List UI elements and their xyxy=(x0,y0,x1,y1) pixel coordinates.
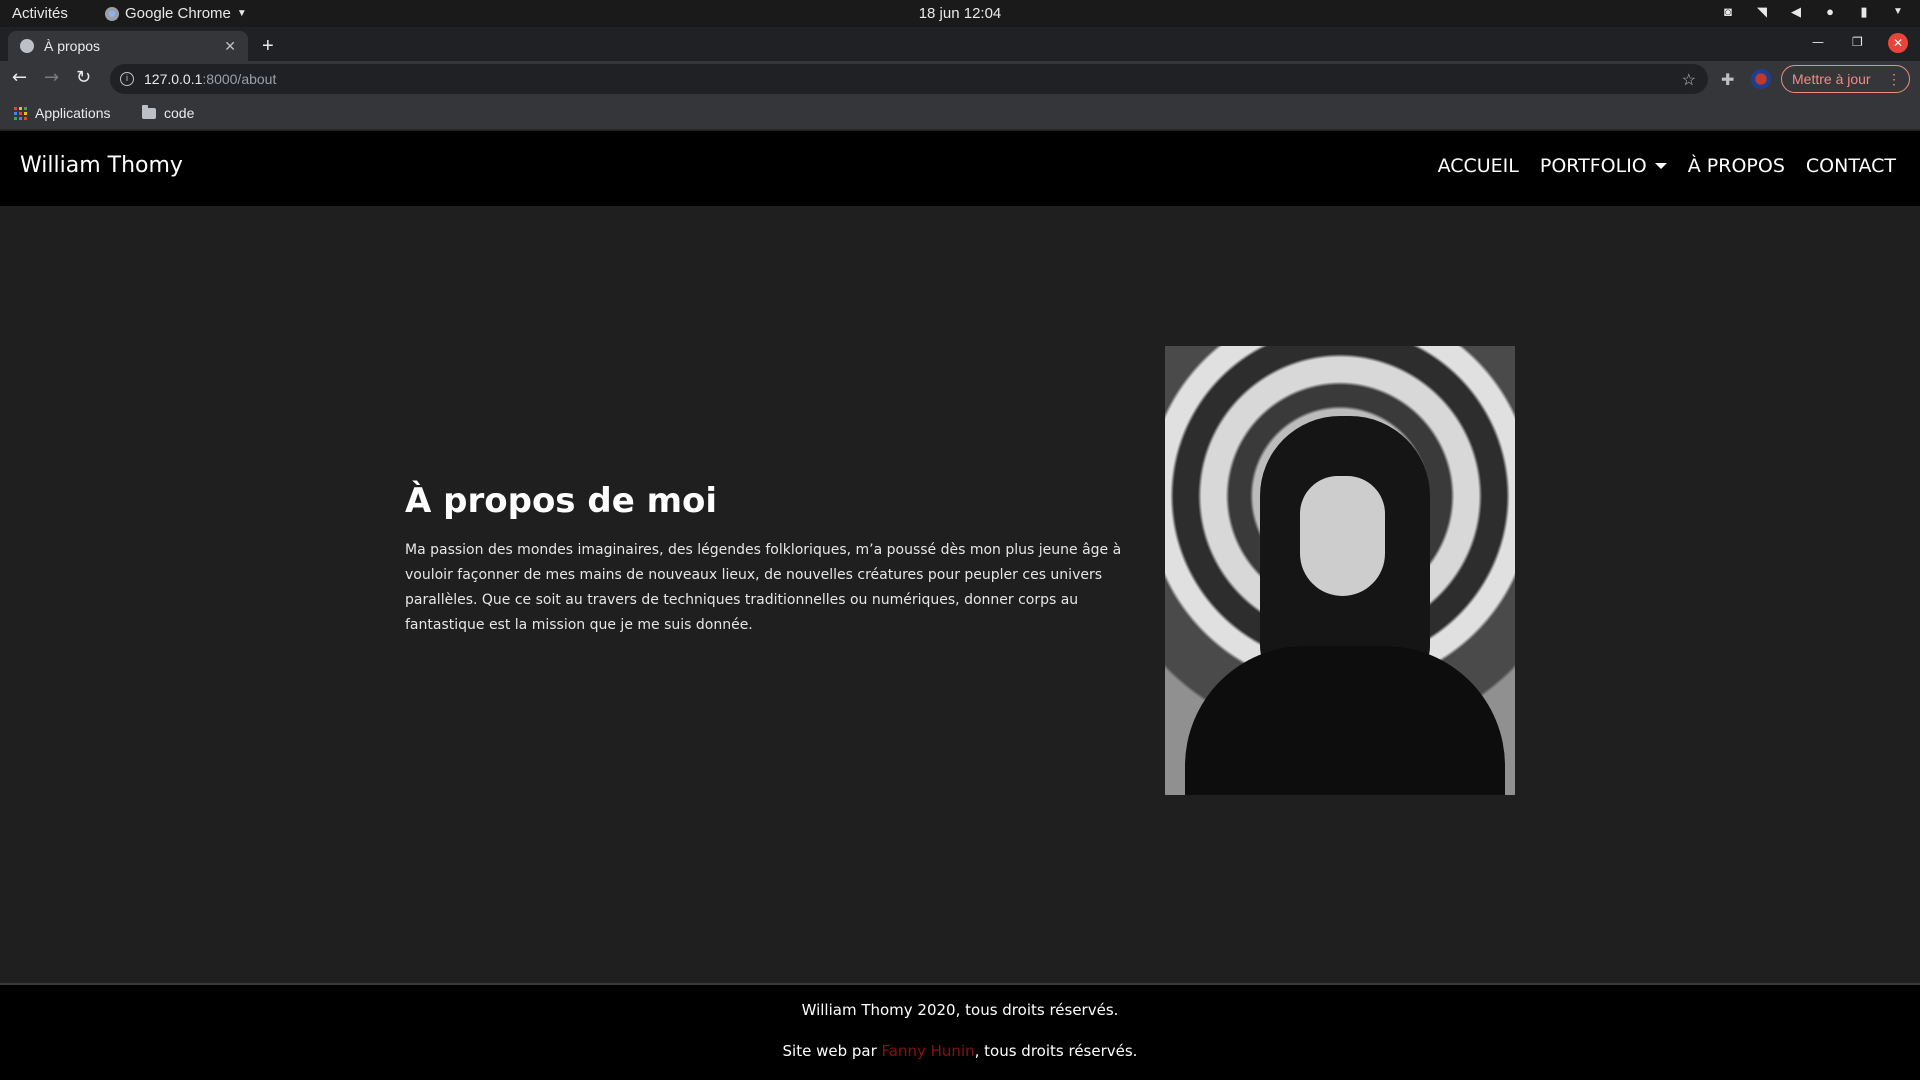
url-path: :8000/about xyxy=(202,71,277,87)
info-icon[interactable]: i xyxy=(120,72,134,86)
update-button[interactable]: Mettre à jour ⋮ xyxy=(1781,65,1910,93)
bookmarks-bar: Applications code xyxy=(0,97,1920,130)
footer-copyright: William Thomy 2020, tous droits réservés… xyxy=(801,1001,1119,1019)
window-close-button[interactable]: ✕ xyxy=(1888,33,1908,53)
about-section: À propos de moi Ma passion des mondes im… xyxy=(0,206,1920,983)
caret-down-icon xyxy=(1654,163,1667,169)
system-clock[interactable]: 18 jun 12:04 xyxy=(0,5,1920,22)
minimize-icon[interactable]: — xyxy=(1812,35,1824,49)
portrait-face xyxy=(1300,476,1385,596)
portrait-photo xyxy=(1165,346,1515,795)
address-bar[interactable]: i 127.0.0.1:8000/about ☆ xyxy=(110,64,1708,94)
bookmark-code[interactable]: code xyxy=(142,104,195,121)
system-top-bar: Activités Google Chrome ▼ 18 jun 12:04 ◙… xyxy=(0,0,1920,27)
browser-tab[interactable]: À propos ✕ xyxy=(8,31,248,61)
nav-contact[interactable]: CONTACT xyxy=(1806,155,1896,177)
battery-icon: ▮ xyxy=(1860,4,1868,19)
apps-grid-icon xyxy=(14,106,27,120)
site-brand-link[interactable]: William Thomy xyxy=(20,153,183,178)
bookmark-label: Applications xyxy=(35,105,111,121)
browser-tab-strip: À propos ✕ + — ❐ ✕ xyxy=(0,27,1920,61)
restore-icon[interactable]: ❐ xyxy=(1852,35,1863,49)
bookmark-applications[interactable]: Applications xyxy=(14,105,111,121)
nav-portfolio-label: PORTFOLIO xyxy=(1539,155,1647,177)
profile-avatar-icon[interactable] xyxy=(1751,69,1771,89)
system-tray[interactable]: ◙ ◥ ◀ ● ▮ ▼ xyxy=(1720,4,1906,20)
site-navbar: William Thomy ACCUEIL PORTFOLIO À PROPOS… xyxy=(0,131,1920,206)
chevron-down-icon[interactable]: ▼ xyxy=(1890,4,1906,20)
reload-icon[interactable]: ↻ xyxy=(76,69,91,87)
new-tab-button[interactable]: + xyxy=(262,35,274,58)
microphone-icon: ● xyxy=(1826,4,1834,19)
footer-credit-suffix: , tous droits réservés. xyxy=(974,1042,1138,1060)
back-arrow-icon[interactable]: ← xyxy=(12,69,27,87)
site-footer: William Thomy 2020, tous droits réservés… xyxy=(0,983,1920,1080)
update-button-label: Mettre à jour xyxy=(1792,71,1871,87)
puzzle-extension-icon[interactable]: ✚ xyxy=(1721,70,1734,89)
page-title: À propos de moi xyxy=(405,481,718,521)
site-menu: ACCUEIL PORTFOLIO À PROPOS CONTACT xyxy=(1438,155,1896,177)
browser-toolbar: ← → ↻ i 127.0.0.1:8000/about ☆ xyxy=(0,61,1920,97)
footer-credit: Site web par Fanny Hunin, tous droits ré… xyxy=(0,1042,1920,1060)
globe-icon xyxy=(20,39,34,53)
forward-arrow-icon[interactable]: → xyxy=(44,69,59,87)
portrait-jacket xyxy=(1185,646,1505,795)
footer-credit-prefix: Site web par xyxy=(782,1042,882,1060)
nav-home[interactable]: ACCUEIL xyxy=(1438,155,1519,177)
folder-icon xyxy=(142,104,156,119)
tab-title: À propos xyxy=(44,38,101,54)
more-vert-icon[interactable]: ⋮ xyxy=(1887,71,1901,88)
bookmark-label: code xyxy=(164,105,195,121)
url-host: 127.0.0.1 xyxy=(144,71,203,87)
volume-icon: ◀ xyxy=(1791,4,1801,19)
footer-credit-link[interactable]: Fanny Hunin xyxy=(882,1042,975,1060)
close-icon[interactable]: ✕ xyxy=(224,38,236,55)
nav-portfolio[interactable]: PORTFOLIO xyxy=(1540,155,1667,177)
about-paragraph: Ma passion des mondes imaginaires, des l… xyxy=(405,542,1122,633)
nav-about[interactable]: À PROPOS xyxy=(1688,155,1785,177)
star-icon[interactable]: ☆ xyxy=(1682,70,1696,90)
wifi-icon: ◥ xyxy=(1757,4,1767,19)
discord-icon[interactable]: ◙ xyxy=(1720,4,1736,20)
